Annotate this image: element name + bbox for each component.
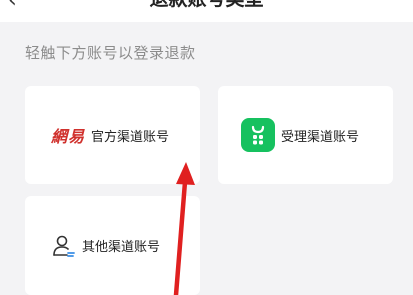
netease-logo-icon: 網易 (51, 127, 86, 146)
other-channel-account-card[interactable]: 其他渠道账号 (25, 196, 200, 295)
user-account-icon (52, 234, 76, 258)
green-shopping-bag-app-icon (241, 118, 275, 152)
acceptance-channel-account-card[interactable]: 受理渠道账号 (218, 86, 393, 184)
acceptance-channel-label: 受理渠道账号 (281, 129, 360, 145)
top-nav-bar: ‹ 退款账号类型 (0, 0, 413, 22)
official-channel-account-card[interactable]: 網易 官方渠道账号 (25, 86, 200, 184)
page-title: 退款账号类型 (0, 0, 413, 14)
shopping-bag-icon (251, 125, 265, 145)
other-channel-label: 其他渠道账号 (82, 240, 161, 255)
login-hint-text: 轻触下方账号以登录退款 (25, 44, 196, 62)
official-channel-label: 官方渠道账号 (91, 129, 170, 145)
